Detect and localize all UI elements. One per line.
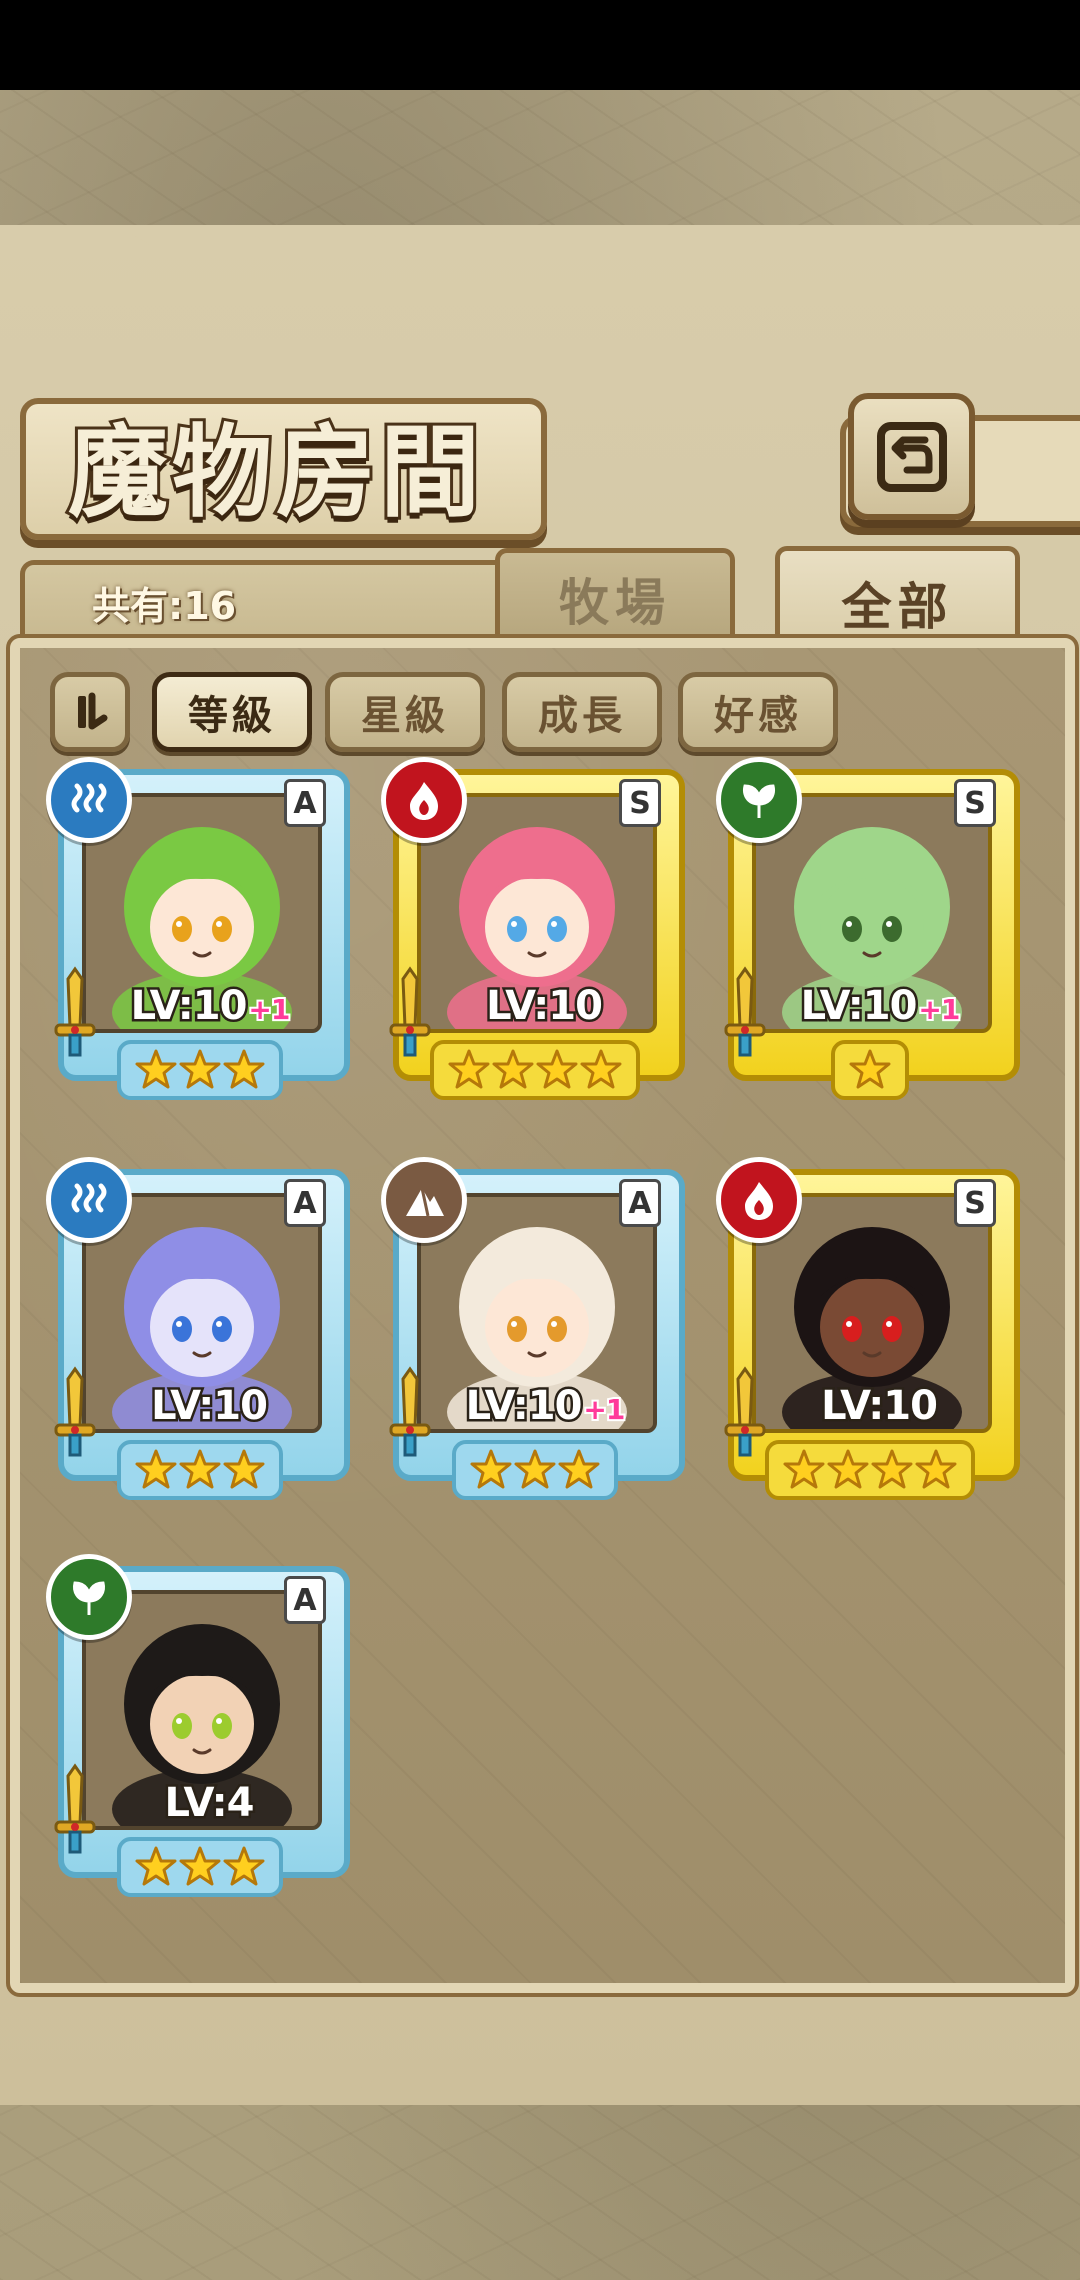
fire-element-icon — [716, 1157, 802, 1243]
monster-level: LV:10 +1 — [445, 1381, 645, 1432]
zigzag-bottom-edge — [0, 2060, 1080, 2088]
level-bonus: +1 — [246, 991, 292, 1028]
rank-badge: A — [619, 1179, 661, 1227]
sort-by-affection-button[interactable]: 好感 — [678, 672, 838, 752]
water-element-icon — [46, 1157, 132, 1243]
monster-card[interactable]: A LV:10 — [46, 1157, 350, 1500]
level-bonus: +1 — [916, 991, 962, 1028]
fire-element-icon — [381, 757, 467, 843]
monster-level: LV:10 — [110, 1381, 310, 1432]
level-value: LV:10 — [463, 1381, 585, 1432]
level-value: LV:10 — [149, 1381, 271, 1432]
sort-by-level-button[interactable]: 等級 — [152, 672, 312, 752]
star-rating-plate — [117, 1040, 283, 1100]
level-bonus: +1 — [581, 1391, 627, 1428]
monster-level: LV:4 — [110, 1778, 310, 1829]
star-rating — [50, 1440, 350, 1500]
star-rating — [720, 1440, 1020, 1500]
sort-by-stars-button[interactable]: 星級 — [325, 672, 485, 752]
rank-badge: A — [284, 1179, 326, 1227]
star-icon — [849, 1049, 891, 1089]
level-value: LV:10 — [819, 1381, 941, 1432]
star-rating — [385, 1040, 685, 1100]
level-value: LV:10 — [128, 981, 250, 1032]
star-icon — [536, 1049, 578, 1089]
wood-element-icon — [716, 757, 802, 843]
tab-ranch[interactable]: 牧場 — [495, 548, 735, 645]
star-rating-plate — [831, 1040, 909, 1100]
sort-order-icon — [78, 692, 108, 730]
star-icon — [179, 1846, 221, 1886]
rank-badge: A — [284, 779, 326, 827]
monster-card[interactable]: A LV:10 +1 — [46, 757, 350, 1100]
star-icon — [580, 1049, 622, 1089]
star-rating — [720, 1040, 1020, 1100]
star-icon — [448, 1049, 490, 1089]
monster-card[interactable]: A LV:10 +1 — [381, 1157, 685, 1500]
star-rating — [50, 1837, 350, 1897]
star-icon — [492, 1049, 534, 1089]
star-icon — [223, 1049, 265, 1089]
star-rating-plate — [117, 1440, 283, 1500]
star-icon — [470, 1449, 512, 1489]
wood-element-icon — [46, 1554, 132, 1640]
page-title: 魔物房間 — [65, 410, 484, 534]
level-value: LV:4 — [162, 1778, 257, 1829]
star-rating-plate — [765, 1440, 975, 1500]
star-rating-plate — [452, 1440, 618, 1500]
sort-order-toggle[interactable] — [50, 672, 130, 752]
monster-level: LV:10 — [780, 1381, 980, 1432]
star-icon — [871, 1449, 913, 1489]
star-icon — [135, 1846, 177, 1886]
star-icon — [179, 1049, 221, 1089]
star-icon — [514, 1449, 556, 1489]
monster-count: 共有:16 — [92, 583, 237, 628]
monster-card[interactable]: S LV:10 — [381, 757, 685, 1100]
back-button[interactable] — [848, 393, 975, 520]
star-icon — [783, 1449, 825, 1489]
level-value: LV:10 — [798, 981, 920, 1032]
rank-badge: A — [284, 1576, 326, 1624]
rank-badge: S — [619, 779, 661, 827]
monster-card[interactable]: S LV:10 — [716, 1157, 1020, 1500]
rank-badge: S — [954, 779, 996, 827]
monster-card[interactable]: S LV:10 +1 — [716, 757, 1020, 1100]
star-icon — [223, 1846, 265, 1886]
monster-level: LV:10 — [445, 981, 645, 1032]
monster-card[interactable]: A LV:4 — [46, 1554, 350, 1897]
star-rating — [50, 1040, 350, 1100]
star-icon — [558, 1449, 600, 1489]
star-rating-plate — [430, 1040, 640, 1100]
star-icon — [135, 1049, 177, 1089]
monster-level: LV:10 +1 — [780, 981, 980, 1032]
star-icon — [827, 1449, 869, 1489]
sort-by-growth-button[interactable]: 成長 — [502, 672, 662, 752]
star-icon — [135, 1449, 177, 1489]
level-value: LV:10 — [484, 981, 606, 1032]
star-icon — [915, 1449, 957, 1489]
star-icon — [223, 1449, 265, 1489]
earth-element-icon — [381, 1157, 467, 1243]
star-rating-plate — [117, 1837, 283, 1897]
monster-level: LV:10 +1 — [110, 981, 310, 1032]
return-arrow-icon — [876, 421, 947, 492]
star-rating — [385, 1440, 685, 1500]
water-element-icon — [46, 757, 132, 843]
zigzag-top-edge — [0, 227, 1080, 255]
star-icon — [179, 1449, 221, 1489]
rank-badge: S — [954, 1179, 996, 1227]
